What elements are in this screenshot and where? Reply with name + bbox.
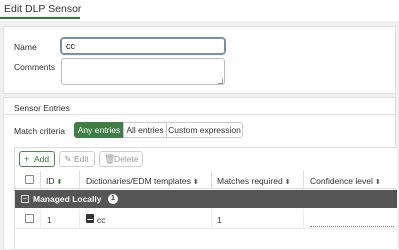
column-header-dictionaries[interactable]: Dictionaries/EDM templates ⬍ <box>86 176 199 186</box>
group-count-badge: 1 <box>108 194 118 204</box>
match-custom-expression-button[interactable]: Custom expression <box>166 122 243 138</box>
column-separator <box>303 171 304 189</box>
match-all-entries-button[interactable]: All entries <box>123 122 167 138</box>
trash-icon: 🗑 <box>104 154 116 164</box>
column-separator <box>211 209 212 229</box>
cell-dictionary: cc <box>97 215 106 225</box>
row-checkbox[interactable] <box>25 214 34 223</box>
column-separator <box>79 209 80 229</box>
edit-button-label: Edit <box>74 154 89 164</box>
sort-icon: ⬍ <box>374 179 381 186</box>
edit-button[interactable]: ✎ Edit <box>59 151 95 167</box>
cell-id: 1 <box>47 215 52 225</box>
column-separator <box>40 209 41 229</box>
column-separator <box>303 209 304 229</box>
delete-button-label: Delete <box>114 154 139 164</box>
page-header: Edit DLP Sensor <box>0 0 399 21</box>
column-header-matches-required-label: Matches required <box>217 176 283 186</box>
section-divider <box>3 114 396 115</box>
select-all-checkbox[interactable] <box>25 175 34 184</box>
collapse-icon[interactable]: − <box>21 195 29 203</box>
column-header-confidence-level-label: Confidence level <box>310 176 373 186</box>
column-header-confidence-level[interactable]: Confidence level ⬍ <box>310 176 381 186</box>
comments-label: Comments <box>14 62 56 72</box>
add-button[interactable]: + Add <box>19 151 55 167</box>
section-title: Sensor Entries <box>14 103 70 113</box>
pencil-icon: ✎ <box>64 154 72 164</box>
sort-icon: ⬍ <box>192 179 199 186</box>
dictionary-icon <box>86 214 94 223</box>
confidence-level-placeholder-line <box>310 226 394 227</box>
column-header-dictionaries-label: Dictionaries/EDM templates <box>86 176 191 186</box>
resize-grip-icon[interactable] <box>218 79 223 84</box>
match-any-entries-button[interactable]: Any entries <box>74 122 124 138</box>
sort-icon: ⬍ <box>284 179 291 186</box>
add-button-label: Add <box>34 154 50 164</box>
column-header-id[interactable]: ID ⬍ <box>46 176 62 186</box>
name-label: Name <box>14 42 37 52</box>
delete-button[interactable]: 🗑 Delete <box>99 151 143 167</box>
column-separator <box>79 171 80 189</box>
column-separator <box>211 171 212 189</box>
match-criteria-label: Match criteria <box>14 126 66 136</box>
column-header-id-label: ID <box>46 176 55 186</box>
cell-matches-required: 1 <box>217 215 222 225</box>
column-header-matches-required[interactable]: Matches required ⬍ <box>217 176 291 186</box>
group-label: Managed Locally <box>33 194 102 204</box>
title-underline <box>0 17 80 19</box>
sort-icon: ⬍ <box>56 179 63 186</box>
plus-icon: + <box>24 154 30 164</box>
column-separator <box>40 171 41 189</box>
comments-textarea[interactable] <box>61 58 225 85</box>
name-input[interactable] <box>60 37 226 55</box>
page-title: Edit DLP Sensor <box>4 3 82 15</box>
